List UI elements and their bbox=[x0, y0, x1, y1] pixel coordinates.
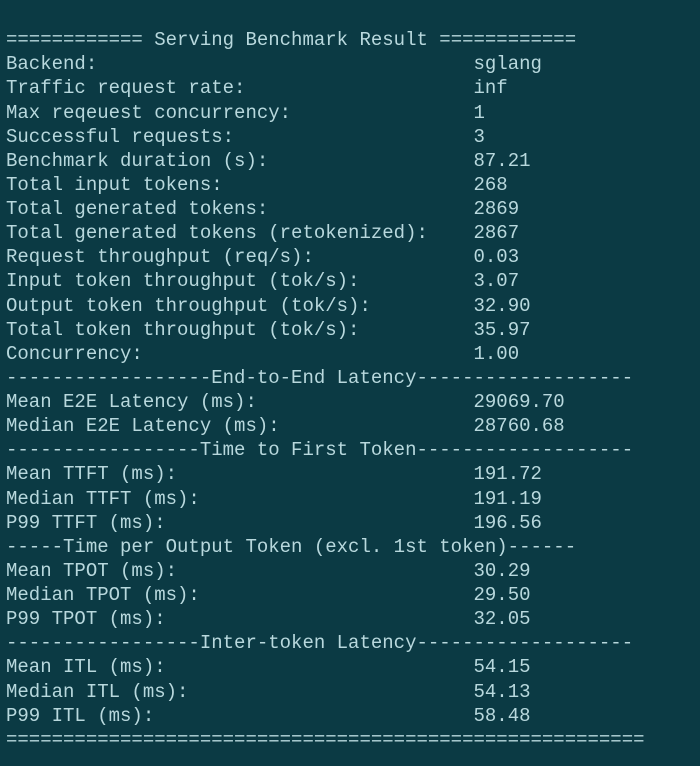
metric-value: 3.07 bbox=[473, 270, 519, 292]
metric-row: Median E2E Latency (ms): 28760.68 bbox=[6, 414, 694, 438]
metric-row: Traffic request rate: inf bbox=[6, 76, 694, 100]
metric-label: Median TTFT (ms): bbox=[6, 488, 473, 510]
metric-value: inf bbox=[473, 77, 507, 99]
metric-value: 29069.70 bbox=[473, 391, 564, 413]
metric-row: Total generated tokens (retokenized): 28… bbox=[6, 221, 694, 245]
metric-row: Backend: sglang bbox=[6, 52, 694, 76]
metric-value: 196.56 bbox=[473, 512, 541, 534]
metric-value: 0.03 bbox=[473, 246, 519, 268]
metric-row: Median ITL (ms): 54.13 bbox=[6, 680, 694, 704]
metric-label: Backend: bbox=[6, 53, 473, 75]
metric-label: Mean E2E Latency (ms): bbox=[6, 391, 473, 413]
metric-label: Total generated tokens: bbox=[6, 198, 473, 220]
metric-label: Mean ITL (ms): bbox=[6, 656, 473, 678]
metric-value: 58.48 bbox=[473, 705, 530, 727]
metric-value: 1 bbox=[473, 102, 484, 124]
metric-row: P99 ITL (ms): 58.48 bbox=[6, 704, 694, 728]
metric-row: Output token throughput (tok/s): 32.90 bbox=[6, 294, 694, 318]
metric-row: P99 TTFT (ms): 196.56 bbox=[6, 511, 694, 535]
metric-value: 3 bbox=[473, 126, 484, 148]
metric-label: Request throughput (req/s): bbox=[6, 246, 473, 268]
metric-label: Total generated tokens (retokenized): bbox=[6, 222, 473, 244]
metric-label: Input token throughput (tok/s): bbox=[6, 270, 473, 292]
metric-label: Mean TPOT (ms): bbox=[6, 560, 473, 582]
metric-row: Total generated tokens: 2869 bbox=[6, 197, 694, 221]
metric-row: Median TTFT (ms): 191.19 bbox=[6, 487, 694, 511]
metric-row: Max reqeuest concurrency: 1 bbox=[6, 101, 694, 125]
metric-value: 54.15 bbox=[473, 656, 530, 678]
metric-value: 268 bbox=[473, 174, 507, 196]
metric-value: 32.90 bbox=[473, 295, 530, 317]
title-text: Serving Benchmark Result bbox=[154, 29, 428, 51]
metric-label: Mean TTFT (ms): bbox=[6, 463, 473, 485]
metric-row: Total token throughput (tok/s): 35.97 bbox=[6, 318, 694, 342]
section-header: ------------------End-to-End Latency----… bbox=[6, 366, 694, 390]
metric-label: Traffic request rate: bbox=[6, 77, 473, 99]
metric-row: Request throughput (req/s): 0.03 bbox=[6, 245, 694, 269]
metric-label: Total input tokens: bbox=[6, 174, 473, 196]
metric-label: P99 ITL (ms): bbox=[6, 705, 473, 727]
metric-value: 30.29 bbox=[473, 560, 530, 582]
metric-row: Total input tokens: 268 bbox=[6, 173, 694, 197]
metric-value: 29.50 bbox=[473, 584, 530, 606]
metric-row: Mean E2E Latency (ms): 29069.70 bbox=[6, 390, 694, 414]
metric-label: Benchmark duration (s): bbox=[6, 150, 473, 172]
rule-right: ============ bbox=[428, 29, 576, 51]
metric-value: 87.21 bbox=[473, 150, 530, 172]
footer-rule: ========================================… bbox=[6, 728, 694, 752]
rule-left: ============ bbox=[6, 29, 154, 51]
metric-label: P99 TPOT (ms): bbox=[6, 608, 473, 630]
metric-label: Median ITL (ms): bbox=[6, 681, 473, 703]
metric-row: Successful requests: 3 bbox=[6, 125, 694, 149]
section-header: -----------------Inter-token Latency----… bbox=[6, 631, 694, 655]
metric-label: Concurrency: bbox=[6, 343, 473, 365]
metric-value: 1.00 bbox=[473, 343, 519, 365]
metric-value: 191.72 bbox=[473, 463, 541, 485]
section-header: -----Time per Output Token (excl. 1st to… bbox=[6, 535, 694, 559]
metric-value: 54.13 bbox=[473, 681, 530, 703]
metric-label: Median E2E Latency (ms): bbox=[6, 415, 473, 437]
terminal-output: ============ Serving Benchmark Result ==… bbox=[0, 0, 700, 756]
metric-row: Mean TPOT (ms): 30.29 bbox=[6, 559, 694, 583]
metric-value: sglang bbox=[473, 53, 541, 75]
metric-row: P99 TPOT (ms): 32.05 bbox=[6, 607, 694, 631]
metric-value: 28760.68 bbox=[473, 415, 564, 437]
metric-label: Median TPOT (ms): bbox=[6, 584, 473, 606]
metric-label: Total token throughput (tok/s): bbox=[6, 319, 473, 341]
metric-row: Benchmark duration (s): 87.21 bbox=[6, 149, 694, 173]
metric-value: 2867 bbox=[473, 222, 519, 244]
metric-label: Output token throughput (tok/s): bbox=[6, 295, 473, 317]
metric-value: 35.97 bbox=[473, 319, 530, 341]
metric-value: 32.05 bbox=[473, 608, 530, 630]
metric-value: 2869 bbox=[473, 198, 519, 220]
metric-label: P99 TTFT (ms): bbox=[6, 512, 473, 534]
metric-label: Successful requests: bbox=[6, 126, 473, 148]
metric-row: Mean ITL (ms): 54.15 bbox=[6, 655, 694, 679]
metric-value: 191.19 bbox=[473, 488, 541, 510]
metric-row: Median TPOT (ms): 29.50 bbox=[6, 583, 694, 607]
metric-row: Concurrency: 1.00 bbox=[6, 342, 694, 366]
section-header: -----------------Time to First Token----… bbox=[6, 438, 694, 462]
metric-label: Max reqeuest concurrency: bbox=[6, 102, 473, 124]
metric-row: Mean TTFT (ms): 191.72 bbox=[6, 462, 694, 486]
metric-row: Input token throughput (tok/s): 3.07 bbox=[6, 269, 694, 293]
title-line: ============ Serving Benchmark Result ==… bbox=[6, 28, 694, 52]
